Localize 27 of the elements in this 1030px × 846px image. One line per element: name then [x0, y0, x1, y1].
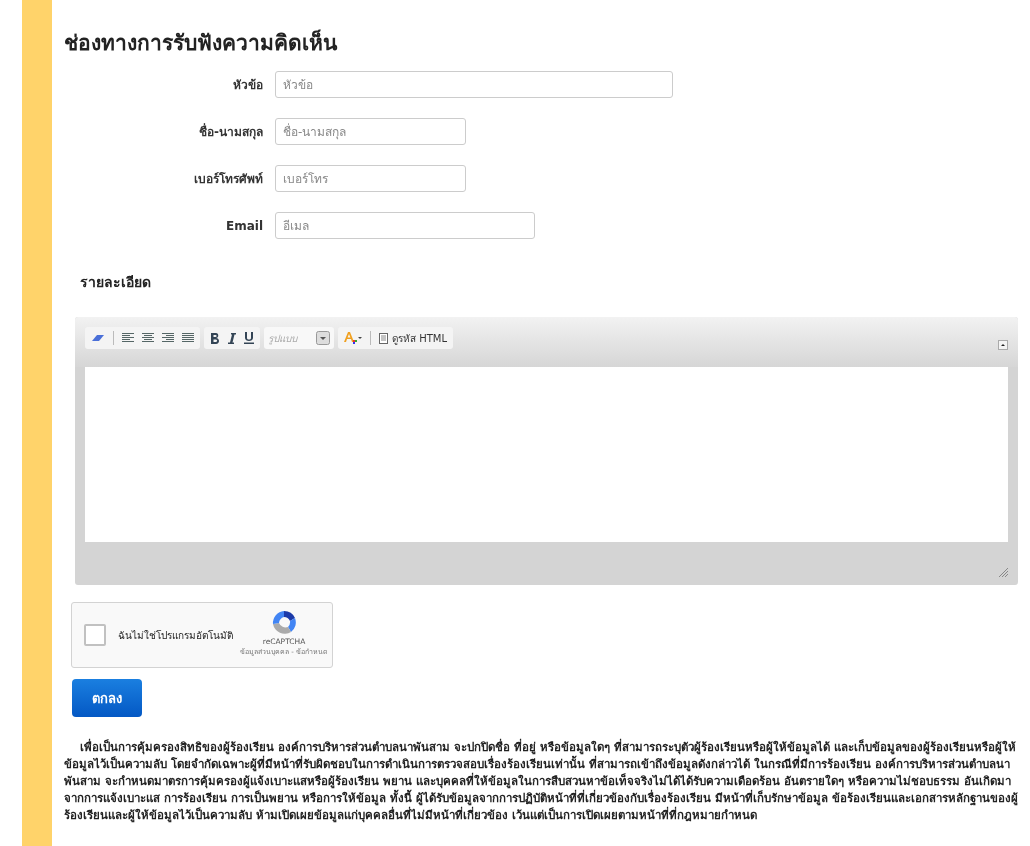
align-center-icon[interactable]	[142, 333, 154, 343]
eraser-icon[interactable]	[91, 333, 105, 343]
align-right-icon[interactable]	[162, 333, 174, 343]
recaptcha-icon	[270, 609, 298, 637]
italic-icon[interactable]	[228, 332, 236, 344]
section-label: รายละเอียด	[80, 273, 152, 292]
privacy-notice: เพื่อเป็นการคุ้มครองสิทธิของผู้ร้องเรียน องค์การบริหารส่วนตำบลนาพันสาม จะปกปิดชื่อ ที่อยู่ หรือข้อมูลใดๆ ที่สามารถระบุตัวผู้ร้องเรียนหรือผู้ให้ข้อมูลได้ และเก็บข้อมูลของผู้ร้องเรียนหรือผู้ให้ข้อมูลไว้เป็นความลับ โดยจำกัดเฉพาะผู้ที่มีหน้าที่รับผิดชอบในการดำเนินการตรวจสอบเรื่องร้องเรียนเท่านั้น ที่สามารถเข้าถึงข้อมูลดังกล่าวได้ ในกรณีที่มีการร้องเรียน องค์การบริหารส่วนตำบลนาพันสาม จะกำหนดมาตรการคุ้มครองผู้แจ้งเบาะแสหรือผู้ร้องเรียน พยาน และบุคคลที่ให้ข้อมูลในการสืบสวนหาข้อเท็จจริงไม่ได้ได้รับความเดือดร้อน อันตรายใดๆ หรือความไม่ชอบธรรม อันเกิดมาจากการแจ้งเบาะแส การร้องเรียน การเป็นพยาน หรือการให้ข้อมูล ทั้งนี้ ผู้ได้รับข้อมูลจากการปฏิบัติหน้าที่ที่เกี่ยวข้องกับเรื่องร้องเรียน มีหน้าที่เก็บรักษาข้อมูล ข้อร้องเรียนและเอกสารหลักฐานของผู้ร้องเรียนและผู้ให้ข้อมูลไว้เป็นความลับ ห้ามเปิดเผยข้อมูลแก่บุคคลอื่นที่ไม่มีหน้าที่เกี่ยวข้อง เว้นแต่เป็นการเปิดเผยตามหน้าที่ที่กฎหมายกำหนด	[64, 739, 1019, 824]
captcha-checkbox[interactable]	[84, 624, 106, 646]
input-field[interactable]: หัวข้อ	[275, 71, 673, 98]
justify-icon[interactable]	[182, 333, 194, 343]
document-icon	[379, 332, 388, 344]
field-label: Email	[224, 218, 263, 233]
bold-icon[interactable]	[210, 332, 220, 344]
underline-icon[interactable]	[244, 332, 254, 344]
input-field[interactable]: อีเมล	[275, 212, 535, 239]
collapse-icon[interactable]	[998, 340, 1008, 350]
dropdown-icon	[316, 331, 330, 345]
align-left-icon[interactable]	[122, 333, 134, 343]
captcha-label: ฉันไม่ใช่โปรแกรมอัตโนมัติ	[118, 628, 233, 643]
font-color-icon[interactable]	[344, 332, 362, 344]
field-label: หัวข้อ	[232, 77, 263, 94]
submit-button[interactable]: ตกลง	[72, 679, 142, 717]
input-field[interactable]: เบอร์โทร	[275, 165, 466, 192]
field-label: เบอร์โทรศัพท์	[193, 171, 263, 188]
page-title: ช่องทางการรับฟังความคิดเห็น	[64, 28, 339, 57]
field-label: ชื่อ-นามสกุล	[198, 122, 263, 141]
input-field[interactable]: ชื่อ-นามสกุล	[275, 118, 466, 145]
